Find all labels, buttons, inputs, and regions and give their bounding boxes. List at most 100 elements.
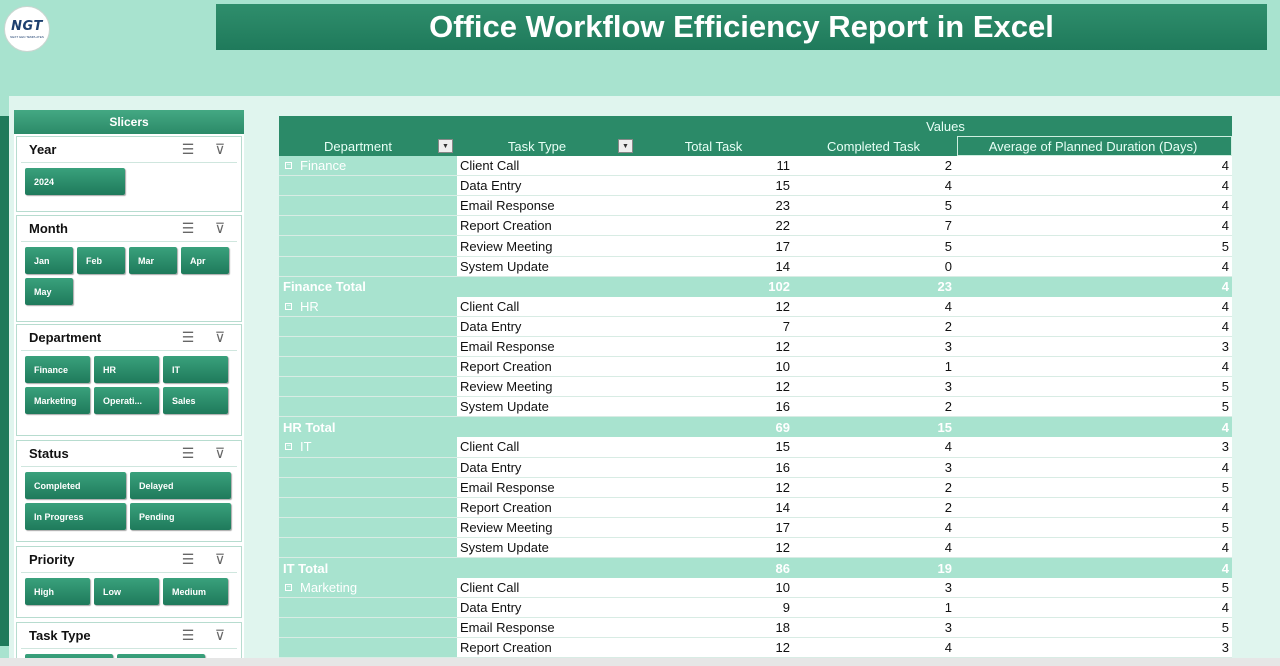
department-cell[interactable]: − IT xyxy=(279,437,457,457)
avg-duration-cell: 4 xyxy=(1221,258,1229,274)
clear-filter-icon[interactable]: ⊽ xyxy=(211,445,229,463)
avg-duration-cell: 5 xyxy=(1221,399,1229,415)
avg-duration-cell: 4 xyxy=(1221,218,1229,234)
filter-dropdown-icon[interactable]: ▼ xyxy=(438,139,453,153)
slicer-button-status[interactable]: In Progress xyxy=(25,503,126,530)
avg-duration-cell: 4 xyxy=(1221,499,1229,515)
clear-filter-icon[interactable]: ⊽ xyxy=(211,627,229,645)
completed-task-cell: 5 xyxy=(944,198,952,214)
slicer-button-status[interactable]: Delayed xyxy=(130,472,231,499)
subtotal-row: Finance Total 102 23 4 xyxy=(279,276,1232,297)
completed-task-cell: 4 xyxy=(944,178,952,194)
collapse-icon[interactable]: − xyxy=(285,443,292,451)
slicer-button-priority[interactable]: High xyxy=(25,578,90,605)
completed-task-cell: 2 xyxy=(944,399,952,415)
total-task-cell: 14 xyxy=(775,258,790,274)
total-task-cell: 12 xyxy=(775,539,790,555)
task-type-cell: Data Entry xyxy=(460,178,522,194)
slicers-header: Slicers xyxy=(14,110,244,134)
clear-filter-icon[interactable]: ⊽ xyxy=(211,329,229,347)
clear-filter-icon[interactable]: ⊽ xyxy=(211,551,229,569)
multi-select-icon[interactable]: ☰ xyxy=(179,445,197,463)
slicer-button-month[interactable]: Feb xyxy=(77,247,125,274)
logo-text: NGT xyxy=(11,19,43,34)
task-type-cell: Data Entry xyxy=(460,459,522,475)
clear-filter-icon[interactable]: ⊽ xyxy=(211,141,229,159)
table-row: Email Response 23 5 4 xyxy=(279,196,1232,217)
multi-select-icon[interactable]: ☰ xyxy=(179,329,197,347)
slicer-button-department[interactable]: IT xyxy=(163,356,228,383)
completed-task-cell: 4 xyxy=(944,439,952,455)
sheet-scrollbar[interactable] xyxy=(0,658,1280,666)
table-row: Email Response 18 3 5 xyxy=(279,618,1232,639)
slicer-year-title: Year xyxy=(29,142,57,157)
slicer-button-month[interactable]: Mar xyxy=(129,247,177,274)
completed-task-cell: 4 xyxy=(944,539,952,555)
department-cell xyxy=(279,497,457,517)
multi-select-icon[interactable]: ☰ xyxy=(179,627,197,645)
completed-task-cell: 2 xyxy=(944,158,952,174)
department-cell[interactable]: − Marketing xyxy=(279,578,457,598)
total-task-cell: 16 xyxy=(775,459,790,475)
task-type-cell: Email Response xyxy=(460,479,555,495)
completed-task-cell: 1 xyxy=(944,359,952,375)
slicer-button-status[interactable]: Completed xyxy=(25,472,126,499)
multi-select-icon[interactable]: ☰ xyxy=(179,551,197,569)
slicer-button-department[interactable]: HR xyxy=(94,356,159,383)
multi-select-icon[interactable]: ☰ xyxy=(179,220,197,238)
task-type-cell: Report Creation xyxy=(460,640,552,656)
values-header: Values xyxy=(279,116,1232,136)
multi-select-icon[interactable]: ☰ xyxy=(179,141,197,159)
task-type-cell: System Update xyxy=(460,539,549,555)
collapse-icon[interactable]: − xyxy=(285,162,292,170)
completed-task-cell: 2 xyxy=(944,318,952,334)
filter-dropdown-icon[interactable]: ▼ xyxy=(618,139,633,153)
subtotal-completed-task: 15 xyxy=(937,419,952,435)
slicer-button-department[interactable]: Sales xyxy=(163,387,228,414)
slicer-button-year[interactable]: 2024 xyxy=(25,168,125,195)
avg-duration-cell: 5 xyxy=(1221,238,1229,254)
slicer-button-department[interactable]: Marketing xyxy=(25,387,90,414)
slicer-button-status[interactable]: Pending xyxy=(130,503,231,530)
slicer-button-department[interactable]: Operati... xyxy=(94,387,159,414)
subtotal-avg-duration: 4 xyxy=(1221,419,1229,435)
slicer-button-month[interactable]: May xyxy=(25,278,73,305)
subtotal-total-task: 86 xyxy=(775,560,790,576)
table-row: Data Entry 7 2 4 xyxy=(279,316,1232,337)
completed-task-cell: 7 xyxy=(944,218,952,234)
slicer-department: Department ☰ ⊽ Finance HR IT Marketing Opera… xyxy=(16,324,242,436)
slicer-task-type-title: Task Type xyxy=(29,628,91,643)
avg-duration-cell: 5 xyxy=(1221,580,1229,596)
avg-duration-cell: 4 xyxy=(1221,318,1229,334)
task-type-cell: Client Call xyxy=(460,439,520,455)
column-header-row: Department ▼ Task Type ▼ Total Task Comple… xyxy=(279,136,1232,157)
slicer-button-priority[interactable]: Low xyxy=(94,578,159,605)
table-row: Email Response 12 2 5 xyxy=(279,477,1232,498)
table-row: Data Entry 15 4 4 xyxy=(279,176,1232,197)
department-cell xyxy=(279,638,457,658)
subtotal-label: IT Total xyxy=(283,560,329,576)
department-cell[interactable]: − HR xyxy=(279,296,457,316)
slicer-button-month[interactable]: Apr xyxy=(181,247,229,274)
logo: NGT NEXT GEN TEMPLATES xyxy=(4,6,50,52)
avg-duration-cell: 4 xyxy=(1221,600,1229,616)
avg-duration-cell: 3 xyxy=(1221,640,1229,656)
completed-task-cell: 4 xyxy=(944,519,952,535)
table-row: Review Meeting 17 5 5 xyxy=(279,236,1232,257)
table-row: Email Response 12 3 3 xyxy=(279,336,1232,358)
avg-duration-cell: 4 xyxy=(1221,359,1229,375)
col-header-avg-duration[interactable]: Average of Planned Duration (Days) xyxy=(957,136,1232,157)
department-cell[interactable]: − Finance xyxy=(279,156,457,176)
slicer-button-department[interactable]: Finance xyxy=(25,356,90,383)
table-row: − Marketing Client Call 10 3 5 xyxy=(279,578,1232,599)
avg-duration-cell: 5 xyxy=(1221,379,1229,395)
collapse-icon[interactable]: − xyxy=(285,302,292,310)
slicer-button-month[interactable]: Jan xyxy=(25,247,73,274)
pivot-body: − Finance Client Call 11 2 4 Data Entry 15 4 4 Ema… xyxy=(279,156,1232,659)
collapse-icon[interactable]: − xyxy=(285,584,292,592)
department-cell xyxy=(279,316,457,336)
slicer-button-priority[interactable]: Medium xyxy=(163,578,228,605)
clear-filter-icon[interactable]: ⊽ xyxy=(211,220,229,238)
pivot-table: Values Department ▼ Task Type ▼ Total Task… xyxy=(279,116,1232,659)
completed-task-cell: 3 xyxy=(944,379,952,395)
